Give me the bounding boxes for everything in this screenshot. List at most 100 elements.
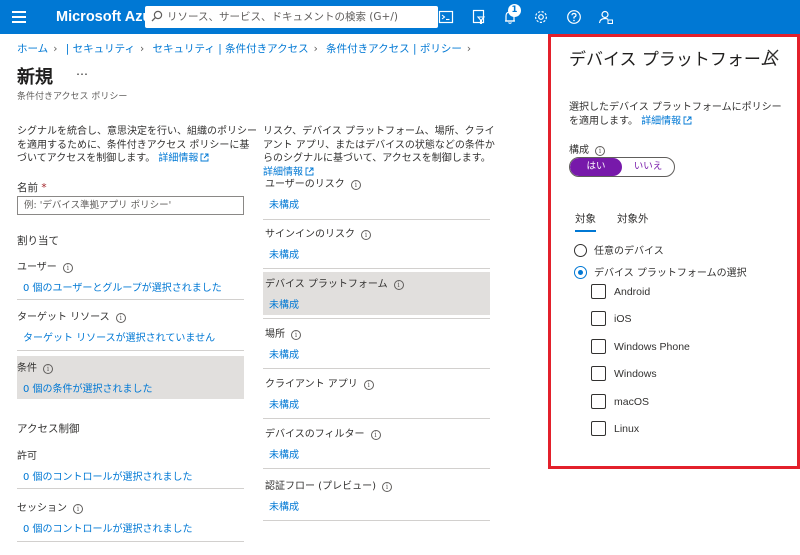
menu-icon[interactable] (12, 11, 26, 23)
radio-selected[interactable] (574, 266, 587, 279)
checkbox-android[interactable]: Android (591, 284, 650, 299)
condition-value-link[interactable]: 未構成 (263, 190, 490, 211)
checkbox-label: Windows Phone (614, 341, 690, 353)
close-icon[interactable] (766, 48, 780, 62)
session-value-link[interactable]: 0 個のコントロールが選択されました (17, 514, 244, 535)
users-value-link[interactable]: 0 個のユーザーとグループが選択されました (17, 273, 244, 294)
info-icon[interactable]: i (381, 482, 392, 492)
panel-description: 選択したデバイス プラットフォームにポリシーを適用します。 詳細情報 (569, 101, 784, 129)
tab-include[interactable]: 対象 (575, 211, 596, 232)
target-resources-value-link[interactable]: ターゲット リソースが選択されていません (17, 323, 244, 344)
condition-client-apps[interactable]: クライアント アプリ i 未構成 (263, 372, 490, 415)
policy-name-input[interactable] (17, 196, 244, 215)
info-icon[interactable]: i (393, 280, 404, 290)
notification-badge: 1 (508, 4, 521, 17)
users-item: ユーザー i 0 個のユーザーとグループが選択されました (17, 255, 244, 295)
checkbox-linux[interactable]: Linux (591, 421, 639, 436)
learn-more-link[interactable]: 詳細情報 (158, 153, 198, 164)
condition-user-risk[interactable]: ユーザーのリスク i 未構成 (263, 172, 490, 215)
intro-text: シグナルを統合し、意思決定を行い、組織のポリシーを適用するために、条件付きアクセ… (17, 126, 257, 164)
condition-value-link[interactable]: 未構成 (263, 340, 490, 361)
device-platforms-panel: デバイス プラットフォーム 選択したデバイス プラットフォームにポリシーを適用し… (548, 34, 800, 469)
search-box[interactable] (145, 6, 438, 28)
session-label: セッション (17, 503, 67, 514)
divider (263, 219, 490, 220)
condition-auth-flows[interactable]: 認証フロー (プレビュー) i 未構成 (263, 474, 490, 517)
toggle-yes[interactable]: はい (570, 158, 622, 176)
configure-label-text: 構成 (569, 145, 589, 156)
divider (17, 299, 244, 300)
target-resources-label: ターゲット リソース (17, 312, 110, 323)
info-icon[interactable]: i (43, 364, 53, 374)
checkbox[interactable] (591, 421, 606, 436)
condition-signin-risk[interactable]: サインインのリスク i 未構成 (263, 222, 490, 265)
info-icon[interactable]: i (370, 430, 381, 440)
grant-value-link[interactable]: 0 個のコントロールが選択されました (17, 462, 244, 483)
condition-label: 認証フロー (プレビュー) (265, 481, 376, 492)
configure-label: 構成 i (569, 141, 605, 156)
toggle-no[interactable]: いいえ (622, 158, 674, 176)
search-input[interactable] (167, 8, 432, 26)
configure-toggle[interactable]: はい いいえ (569, 157, 675, 177)
learn-more-link[interactable]: 詳細情報 (641, 116, 681, 127)
checkbox[interactable] (591, 366, 606, 381)
breadcrumb: ホーム › | セキュリティ › セキュリティ | 条件付きアクセス › 条件付きアク… (17, 41, 476, 56)
assignments-heading: 割り当て (17, 235, 59, 247)
page-subtitle: 条件付きアクセス ポリシー (17, 92, 128, 102)
search-icon (151, 10, 163, 22)
condition-value-link[interactable]: 未構成 (263, 492, 490, 513)
breadcrumb-security[interactable]: | セキュリティ (66, 43, 135, 55)
condition-value-link[interactable]: 未構成 (263, 390, 490, 411)
info-icon[interactable]: i (115, 313, 126, 323)
checkbox-windows[interactable]: Windows (591, 366, 657, 381)
condition-device-platforms[interactable]: デバイス プラットフォーム i 未構成 (263, 272, 490, 315)
info-icon[interactable]: i (350, 180, 361, 190)
condition-value-link[interactable]: 未構成 (263, 440, 490, 461)
directory-filter-icon[interactable] (471, 9, 487, 25)
more-options-button[interactable]: … (76, 64, 89, 78)
checkbox-label: Android (614, 286, 651, 298)
divider (263, 468, 490, 469)
checkbox[interactable] (591, 284, 606, 299)
info-icon[interactable]: i (363, 380, 374, 390)
settings-gear-icon[interactable] (533, 9, 549, 25)
checkbox[interactable] (591, 311, 606, 326)
info-icon[interactable]: i (291, 330, 301, 340)
info-icon[interactable]: i (595, 146, 605, 156)
conditions-value-link[interactable]: 0 個の条件が選択されました (17, 374, 244, 395)
feedback-icon[interactable] (598, 9, 614, 25)
divider (263, 268, 490, 269)
divider (263, 520, 490, 521)
checkbox-ios[interactable]: iOS (591, 311, 632, 326)
help-icon[interactable] (566, 9, 582, 25)
info-icon[interactable]: i (73, 504, 83, 514)
checkbox-macos[interactable]: macOS (591, 394, 649, 409)
conditions-item[interactable]: 条件 i 0 個の条件が選択されました (17, 356, 244, 399)
checkbox-windows-phone[interactable]: Windows Phone (591, 339, 690, 354)
condition-value-link[interactable]: 未構成 (263, 290, 490, 311)
checkbox[interactable] (591, 339, 606, 354)
condition-label: サインインのリスク (265, 229, 355, 240)
conditions-label: 条件 (17, 363, 37, 374)
radio-select-platforms[interactable]: デバイス プラットフォームの選択 (574, 264, 747, 279)
cloud-shell-icon[interactable] (438, 9, 454, 25)
condition-locations[interactable]: 場所 i 未構成 (263, 322, 490, 365)
checkbox[interactable] (591, 394, 606, 409)
radio-unselected[interactable] (574, 244, 587, 257)
conditions-intro-text: リスク、デバイス プラットフォーム、場所、クライアント アプリ、またはデバイスの… (263, 125, 495, 179)
conditions-intro: リスク、デバイス プラットフォーム、場所、クライアント アプリ、またはデバイスの… (263, 126, 495, 164)
condition-device-filter[interactable]: デバイスのフィルター i 未構成 (263, 422, 490, 465)
breadcrumb-home[interactable]: ホーム (17, 43, 48, 55)
tab-exclude[interactable]: 対象外 (617, 211, 649, 226)
info-icon[interactable]: i (361, 230, 371, 240)
info-icon[interactable]: i (62, 263, 73, 273)
divider (17, 541, 244, 542)
breadcrumb-ca-policies[interactable]: 条件付きアクセス | ポリシー (326, 43, 462, 55)
condition-value-link[interactable]: 未構成 (263, 240, 490, 261)
breadcrumb-security-ca[interactable]: セキュリティ | 条件付きアクセス (153, 43, 309, 55)
condition-label: クライアント アプリ (265, 379, 358, 390)
users-label: ユーザー (17, 262, 57, 273)
radio-any-device[interactable]: 任意のデバイス (574, 242, 664, 257)
policy-intro-text: シグナルを統合し、意思決定を行い、組織のポリシーを適用するために、条件付きアクセ… (17, 125, 257, 166)
name-label-text: 名前 (17, 182, 38, 194)
